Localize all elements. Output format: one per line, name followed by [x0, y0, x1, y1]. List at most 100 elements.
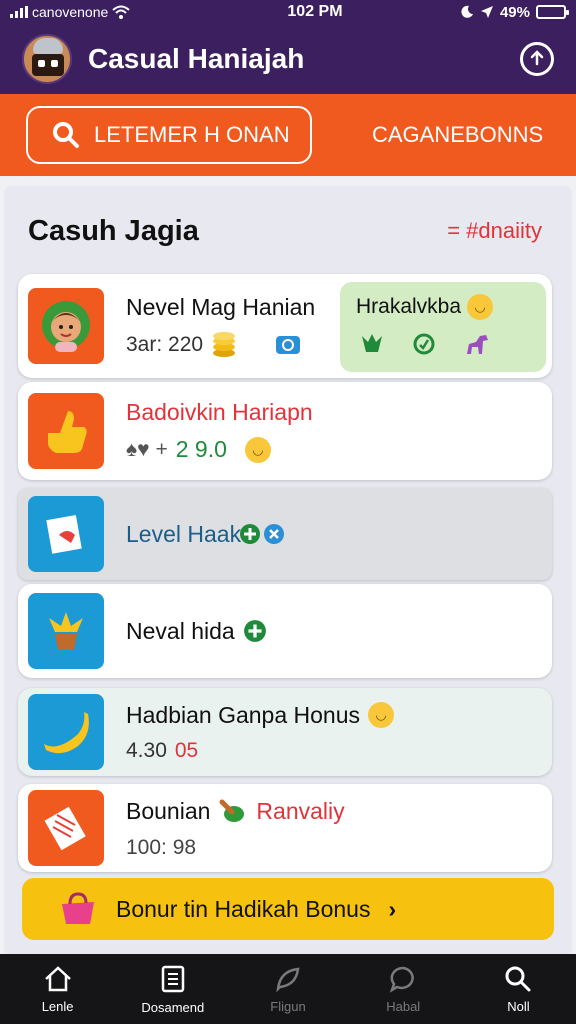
app-title: Casual Haniajah	[88, 43, 305, 74]
nav-flight[interactable]: Fligun	[230, 954, 345, 1024]
app-header: Casual Haniajah	[0, 24, 576, 94]
item-name: Neval hida	[126, 617, 235, 644]
status-left: canovenone	[10, 4, 210, 20]
search-tab-label: LETEMER H ONAN	[94, 122, 290, 147]
banner-text: Bonur tin Hadikah Bonus	[116, 895, 371, 922]
status-time: 102 PM	[287, 3, 343, 20]
avatar-face	[32, 54, 64, 76]
list-item[interactable]: Bounian Ranvaliy 100: 98	[18, 784, 552, 872]
list-item[interactable]: Badoivkin Hariapn ♠♥ + 2 9.0 ◡	[18, 382, 552, 480]
bottom-nav: Lenle Dosamend Fligun Habal Noll	[0, 954, 576, 1024]
highlight-icons	[356, 332, 530, 356]
item-name-row: Bounian Ranvaliy	[126, 796, 345, 826]
camera-icon	[276, 335, 301, 354]
item-name: Hadbian Ganpa Honus	[126, 701, 360, 728]
smiley-icon: ◡	[368, 702, 394, 728]
item-value: 2 9.0	[175, 436, 227, 462]
section-title: Casuh Jagia	[28, 214, 199, 247]
gift-bag-icon	[62, 892, 94, 924]
item-name: Nevel Mag Hanian	[126, 293, 316, 320]
item-extra: 05	[174, 738, 199, 762]
item-text: Neval hida	[126, 618, 267, 645]
nav-search[interactable]: Noll	[461, 954, 576, 1024]
smiley-icon: ◡	[467, 294, 494, 320]
battery-icon	[536, 5, 569, 19]
nav-home[interactable]: Lenle	[0, 954, 115, 1024]
item-name: Badoivkin Hariapn	[126, 399, 313, 425]
search-icon	[505, 966, 531, 991]
bonus-banner[interactable]: Bonur tin Hadikah Bonus ›	[22, 878, 554, 940]
list-item[interactable]: Neval hida	[18, 584, 552, 678]
chevron-right-icon: ›	[388, 895, 397, 922]
list-icon	[161, 965, 185, 992]
plant-icon	[28, 593, 104, 669]
search-tab[interactable]: LETEMER H ONAN	[26, 106, 312, 164]
item-sub: 3ar: 220	[126, 331, 315, 359]
item-name: Level Haak	[126, 520, 242, 547]
add-icon	[240, 524, 261, 544]
carrier-name: canovenone	[32, 4, 109, 20]
moon-icon	[461, 5, 473, 18]
nav-documents[interactable]: Dosamend	[115, 954, 230, 1024]
item-sub: 100: 98	[126, 836, 345, 860]
item-value: 4.30	[126, 738, 167, 762]
leaf-icon	[362, 334, 382, 352]
item-name-row: Hadbian Ganpa Honus ◡	[126, 702, 394, 729]
signal-icon	[10, 6, 28, 18]
nav-label: Fligun	[270, 998, 306, 1014]
vegetable-icon	[219, 799, 245, 822]
nav-label: Lenle	[41, 998, 74, 1014]
smiley-icon: ◡	[244, 436, 271, 463]
girl-avatar-icon	[28, 288, 104, 364]
highlight-title-text: Hrakalvkba	[356, 295, 462, 318]
document-icon	[28, 790, 104, 866]
item-name-extra: Ranvaliy	[256, 797, 345, 824]
home-icon	[44, 965, 71, 991]
add-icon	[243, 620, 266, 642]
search-icon	[53, 122, 79, 148]
highlight-panel[interactable]: Hrakalvkba ◡	[340, 282, 546, 372]
item-sub: ♠♥ + 2 9.0 ◡	[126, 436, 313, 463]
item-text: Bounian Ranvaliy 100: 98	[126, 796, 345, 860]
section-link[interactable]: = #dnaiity	[447, 218, 542, 244]
thumbs-up-icon	[28, 393, 104, 469]
item-value: 3ar: 220	[126, 332, 204, 356]
status-bar: canovenone 102 PM 49%	[0, 0, 576, 24]
item-text: Badoivkin Hariapn ♠♥ + 2 9.0 ◡	[126, 399, 313, 463]
nav-label: Dosamend	[141, 999, 205, 1015]
close-icon	[264, 524, 285, 544]
chat-icon	[413, 333, 435, 355]
wifi-icon	[112, 5, 130, 19]
item-prefix: ♠♥ +	[126, 437, 168, 461]
item-name-row: Level Haak	[126, 521, 285, 548]
item-name-row: Neval hida	[126, 618, 267, 645]
coins-icon	[213, 331, 236, 357]
status-right: 49%	[460, 3, 569, 21]
location-icon	[480, 6, 493, 18]
item-value: 100: 98	[126, 836, 197, 859]
bonus-tab[interactable]: CAGANEBONNS	[372, 122, 543, 148]
nav-label: Habal	[386, 998, 421, 1014]
chat-bubble-icon	[389, 966, 415, 993]
nav-chat[interactable]: Habal	[346, 954, 461, 1024]
item-text: Level Haak	[126, 521, 285, 548]
battery-percent: 49%	[499, 3, 530, 21]
highlight-title: Hrakalvkba ◡	[356, 294, 530, 320]
avatar[interactable]	[22, 34, 72, 84]
list-item[interactable]: Hadbian Ganpa Honus ◡ 4.30 05	[18, 688, 552, 776]
tab-bar: LETEMER H ONAN CAGANEBONNS	[0, 94, 576, 176]
photo-icon	[28, 496, 104, 572]
item-sub: 4.30 05	[126, 739, 394, 763]
item-text: Hadbian Ganpa Honus ◡ 4.30 05	[126, 702, 394, 763]
nav-label: Noll	[507, 998, 530, 1014]
avatar-hat	[33, 38, 63, 54]
share-button[interactable]	[520, 42, 554, 76]
item-name: Bounian	[126, 797, 211, 824]
list-item[interactable]: Nevel Mag Hanian 3ar: 220 Hrakalvkba ◡	[18, 274, 552, 378]
list-item[interactable]: Level Haak	[18, 488, 552, 580]
item-text: Nevel Mag Hanian 3ar: 220	[126, 294, 315, 359]
horse-icon	[467, 335, 488, 354]
section-header: Casuh Jagia = #dnaiity	[4, 186, 572, 276]
banana-icon	[28, 694, 104, 770]
leaf-outline-icon	[276, 967, 300, 992]
